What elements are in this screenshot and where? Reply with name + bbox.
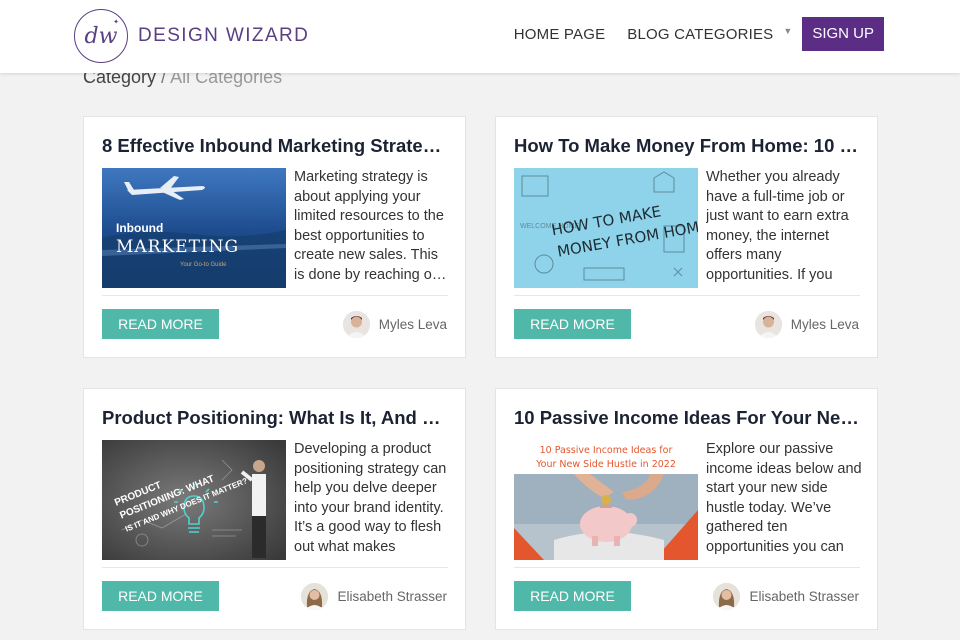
divider [514,567,860,568]
post-card: 10 Passive Income Ideas For Your New Sid… [495,388,878,630]
nav-blog-categories-link[interactable]: BLOG CATEGORIES [627,26,773,43]
money-from-home-image: WELCOME HOME HOW TO MAKE MONEY FROM HOME [514,168,698,288]
post-author[interactable]: Elisabeth Strasser [713,582,859,610]
author-avatar [754,310,782,338]
nav-home-link[interactable]: HOME PAGE [514,26,606,43]
post-title[interactable]: 10 Passive Income Ideas For Your New Sid… [514,407,860,429]
post-excerpt: Developing a product positioning strateg… [294,440,450,558]
caret-down-icon[interactable]: ▼ [783,26,792,36]
author-avatar [342,310,370,338]
logo-text: DESIGN WIZARD [138,25,310,46]
post-excerpt-text: Explore our passive income ideas below a… [706,441,862,555]
author-avatar [713,582,741,610]
post-title[interactable]: 8 Effective Inbound Marketing Strategies [102,135,448,157]
read-more-button[interactable]: READ MORE [102,309,219,339]
inbound-marketing-image: Inbound MARKETING Your Go-to Guide [102,168,286,288]
read-more-button[interactable]: READ MORE [102,581,219,611]
post-excerpt-text: Whether you already have a full-time job… [706,169,849,283]
thumb-text: Your New Side Hustle in 2022 [535,459,676,470]
post-thumbnail[interactable]: WELCOME HOME HOW TO MAKE MONEY FROM HOME [514,168,698,288]
post-author[interactable]: Myles Leva [342,310,447,338]
author-name: Elisabeth Strasser [749,588,859,604]
site-logo[interactable]: dw ✦ DESIGN WIZARD [74,9,309,63]
divider [102,567,448,568]
thumb-text: 10 Passive Income Ideas for [540,445,673,456]
author-name: Myles Leva [790,316,859,332]
read-more-button[interactable]: READ MORE [514,309,631,339]
divider [514,295,860,296]
post-title[interactable]: How To Make Money From Home: 10 Ways [514,135,860,157]
post-thumbnail[interactable]: Inbound MARKETING Your Go-to Guide [102,168,286,288]
signup-button[interactable]: SIGN UP [802,17,884,51]
read-more-button[interactable]: READ MORE [514,581,631,611]
post-card: 8 Effective Inbound Marketing Strategies… [83,116,466,358]
product-positioning-image: PRODUCT POSITIONING: WHAT IS IT AND WHY … [102,440,286,560]
passive-income-image: 10 Passive Income Ideas for Your New Sid… [514,440,698,560]
site-header: dw ✦ DESIGN WIZARD HOME PAGE BLOG CATEGO… [0,0,960,73]
logo-mark: dw ✦ [74,9,128,63]
post-excerpt-text: Marketing strategy is about applying you… [294,169,444,283]
main-nav: HOME PAGE BLOG CATEGORIES ▼ SIGN UP [514,17,884,51]
author-avatar [301,582,329,610]
post-card: How To Make Money From Home: 10 Ways WEL… [495,116,878,358]
post-excerpt: Whether you already have a full-time job… [706,168,862,286]
post-card: Product Positioning: What Is It, And Why [83,388,466,630]
sparkle-icon: ✦ [113,18,119,26]
thumb-text: Inbound [116,221,163,235]
post-excerpt: Explore our passive income ideas below a… [706,440,862,558]
author-name: Elisabeth Strasser [337,588,447,604]
thumb-text: MARKETING [116,237,239,257]
post-excerpt: Marketing strategy is about applying you… [294,168,450,286]
author-name: Myles Leva [378,316,447,332]
divider [102,295,448,296]
post-thumbnail[interactable]: PRODUCT POSITIONING: WHAT IS IT AND WHY … [102,440,286,560]
post-author[interactable]: Myles Leva [754,310,859,338]
logo-mark-text: dw [84,23,118,49]
post-title[interactable]: Product Positioning: What Is It, And Why [102,407,448,429]
post-thumbnail[interactable]: 10 Passive Income Ideas for Your New Sid… [514,440,698,560]
thumb-text: Your Go-to Guide [180,262,227,268]
post-excerpt-text: Developing a product positioning strateg… [294,441,447,555]
post-author[interactable]: Elisabeth Strasser [301,582,447,610]
